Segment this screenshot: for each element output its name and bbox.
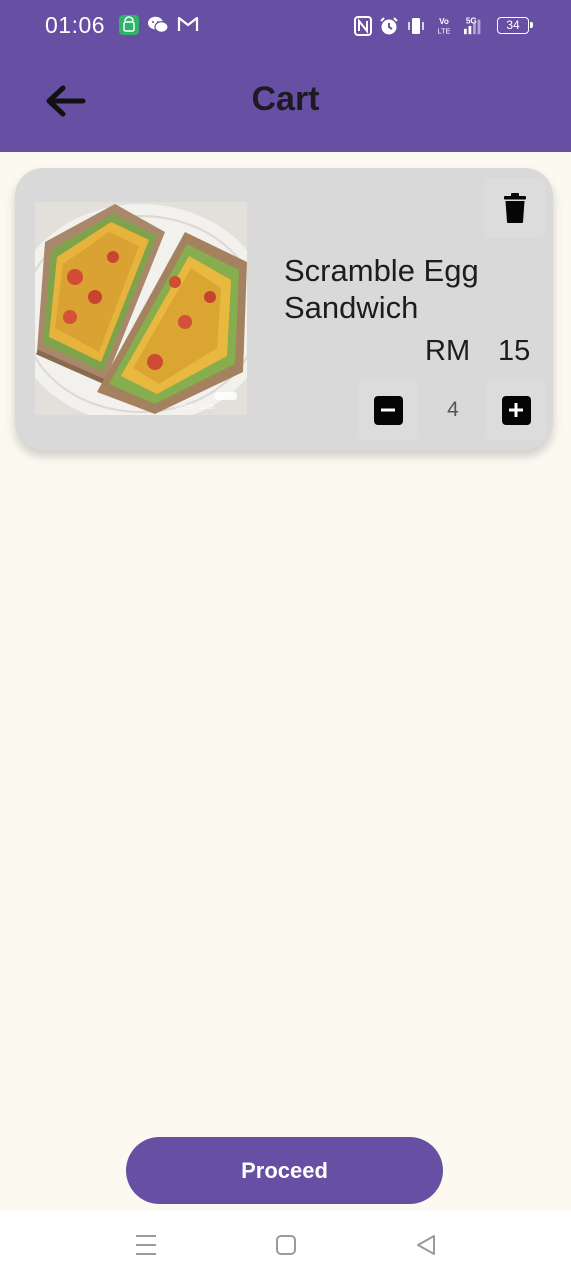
sandwich-photo [35,202,247,415]
back-triangle-icon[interactable] [412,1232,442,1258]
quantity-value: 4 [447,398,459,421]
battery-indicator: 34 [497,17,533,34]
wechat-icon [148,16,169,33]
vibrate-icon [408,18,424,34]
svg-text:LTE: LTE [438,26,451,35]
item-name: Scramble Egg Sandwich [284,253,479,325]
trash-icon [504,193,526,223]
nfc-icon [354,16,372,36]
status-time: 01:06 [45,12,106,38]
delete-item-button[interactable] [484,178,546,238]
app-header: 01:06 Vo LTE 5G 34 Cart [0,0,571,152]
alarm-icon [380,17,398,35]
home-icon[interactable] [271,1232,301,1258]
system-nav-bar [0,1210,571,1280]
page-title: Cart [251,80,320,118]
price-value: 15 [498,335,531,367]
image-watermark: 小红书 · 11335 [175,405,215,411]
notification-icons [119,15,199,35]
plus-icon [501,395,531,425]
proceed-button[interactable]: Proceed [126,1137,443,1204]
signal-5g-icon: 5G [464,16,481,35]
menu-icon[interactable] [131,1232,161,1258]
item-image: 小红书 · 11335 [35,202,247,415]
increase-quantity-button[interactable] [485,380,547,440]
svg-text:Vo: Vo [439,17,449,26]
cart-item-card: 小红书 · 11335 Scramble Egg Sandwich RM 15 … [15,168,553,450]
decrease-quantity-button[interactable] [357,380,419,440]
price-currency: RM [425,335,471,367]
shopping-app-icon [119,15,139,35]
gmail-icon [177,16,199,31]
minus-icon [373,395,403,425]
volte-icon: Vo LTE [438,17,451,35]
